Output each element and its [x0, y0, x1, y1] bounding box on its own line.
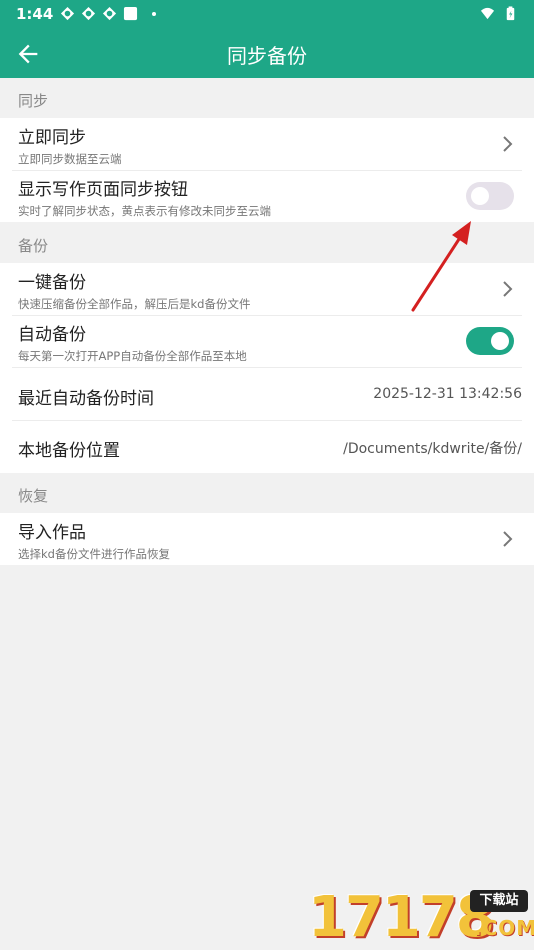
- one-click-backup-label: 一键备份: [18, 273, 86, 293]
- sync-now-label: 立即同步: [18, 128, 86, 148]
- watermark-suffix: .COM: [474, 916, 534, 940]
- import-works-description: 选择kd备份文件进行作品恢复: [18, 547, 170, 561]
- one-click-backup-description: 快速压缩备份全部作品，解压后是kd备份文件: [18, 297, 251, 311]
- notification-icons: [60, 6, 156, 21]
- annotation-arrow-icon: [411, 221, 471, 312]
- app-bar: 同步备份: [0, 30, 534, 78]
- toggle-knob: [491, 332, 509, 350]
- section-header-restore: 恢复: [18, 487, 49, 505]
- app-notification-icon: [60, 6, 75, 21]
- section-header-sync: 同步: [18, 92, 49, 110]
- watermark-number: 17178: [308, 885, 495, 950]
- system-icons: [480, 6, 518, 21]
- watermark-badge: 下载站: [470, 890, 528, 912]
- show-sync-button-label: 显示写作页面同步按钮: [18, 180, 188, 200]
- toggle-knob: [471, 187, 489, 205]
- more-notifications-icon: [152, 11, 156, 16]
- last-backup-time-item: 最近自动备份时间 2025-12-31 13:42:56: [0, 369, 534, 421]
- app-notification-icon: [81, 6, 96, 21]
- square-notification-icon: [123, 6, 138, 21]
- backup-location-item[interactable]: 本地备份位置 /Documents/kdwrite/备份/: [0, 421, 534, 473]
- app-notification-icon: [102, 6, 117, 21]
- status-bar: 1:44: [0, 0, 534, 30]
- import-works-item[interactable]: 导入作品 选择kd备份文件进行作品恢复: [0, 513, 534, 565]
- site-watermark-logo: 17178 下载站 .COM: [308, 885, 534, 950]
- backup-location-value: /Documents/kdwrite/备份/: [343, 441, 522, 457]
- chevron-right-icon: [503, 531, 513, 547]
- divider: [12, 367, 522, 368]
- last-backup-time-label: 最近自动备份时间: [18, 389, 154, 409]
- auto-backup-toggle[interactable]: [466, 327, 514, 355]
- show-sync-button-description: 实时了解同步状态，黄点表示有修改未同步至云端: [18, 204, 271, 218]
- last-backup-time-value: 2025-12-31 13:42:56: [373, 386, 522, 402]
- chevron-right-icon: [503, 136, 513, 152]
- auto-backup-label: 自动备份: [18, 325, 86, 345]
- backup-location-label: 本地备份位置: [18, 441, 120, 461]
- sync-now-item[interactable]: 立即同步 立即同步数据至云端: [0, 118, 534, 170]
- show-sync-button-toggle[interactable]: [466, 182, 514, 210]
- status-time: 1:44: [16, 5, 54, 23]
- auto-backup-item: 自动备份 每天第一次打开APP自动备份全部作品至本地: [0, 315, 534, 367]
- sync-now-description: 立即同步数据至云端: [18, 152, 122, 166]
- sync-group: 立即同步 立即同步数据至云端 显示写作页面同步按钮 实时了解同步状态，黄点表示有…: [0, 118, 534, 222]
- import-works-label: 导入作品: [18, 523, 86, 543]
- wifi-icon: [480, 7, 495, 20]
- page-title: 同步备份: [227, 44, 307, 68]
- auto-backup-description: 每天第一次打开APP自动备份全部作品至本地: [18, 349, 247, 363]
- chevron-right-icon: [503, 281, 513, 297]
- restore-group: 导入作品 选择kd备份文件进行作品恢复: [0, 513, 534, 565]
- battery-icon: [506, 6, 515, 21]
